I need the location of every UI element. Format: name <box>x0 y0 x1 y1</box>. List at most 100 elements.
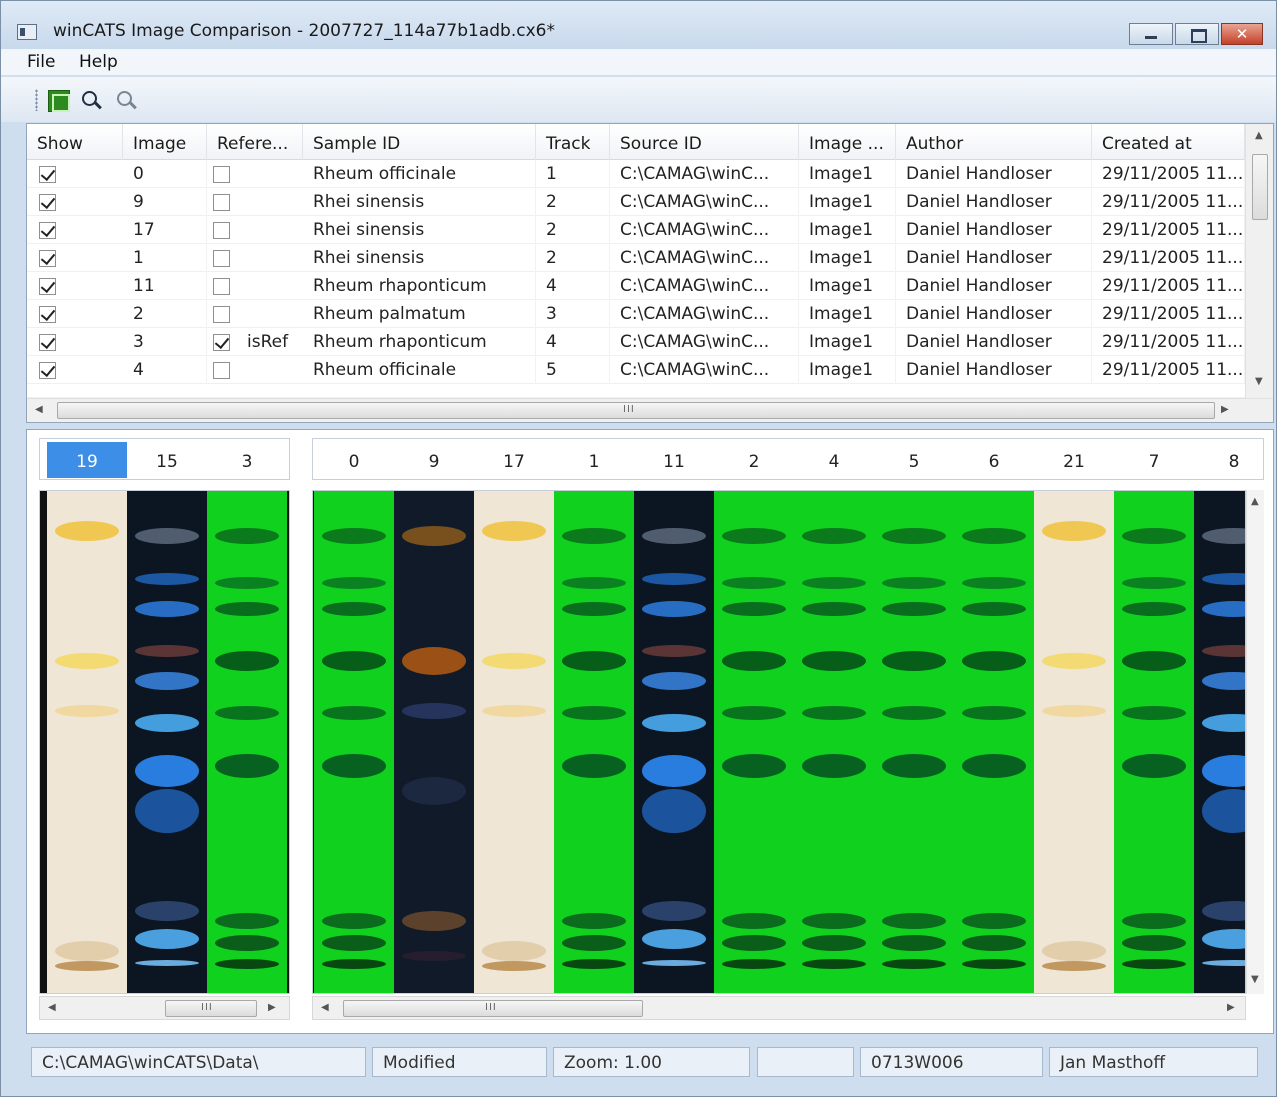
col-source-id[interactable]: Source ID <box>610 124 799 160</box>
sample-track-label[interactable]: 5 <box>874 442 954 478</box>
reference-checkbox[interactable] <box>213 250 230 267</box>
reference-horizontal-scrollbar[interactable]: ◀ III ▶ <box>39 996 290 1020</box>
sample-plate-view[interactable] <box>312 490 1246 994</box>
sample-track-label[interactable]: 8 <box>1194 442 1274 478</box>
layout-icon[interactable] <box>48 90 70 112</box>
table-row[interactable]: 1 Rhei sinensis 2 C:\CAMAG\winC... Image1 Dan… <box>27 244 1245 272</box>
sample-track-header: 0 9 17 1 11 2 4 5 6 21 7 8 <box>312 438 1264 480</box>
table-row[interactable]: 4 Rheum officinale 5 C:\CAMAG\winC... Image1… <box>27 356 1245 384</box>
cell-source-id: C:\CAMAG\winC... <box>610 356 799 384</box>
sample-track-label[interactable]: 11 <box>634 442 714 478</box>
col-created-at[interactable]: Created at <box>1092 124 1245 160</box>
col-reference[interactable]: Refere... <box>207 124 303 160</box>
zoom-out-icon[interactable] <box>116 90 138 112</box>
show-checkbox[interactable] <box>39 250 56 267</box>
reference-track-label[interactable]: 3 <box>207 442 287 478</box>
cell-track: 2 <box>536 244 610 272</box>
sample-track-label[interactable]: 4 <box>794 442 874 478</box>
sample-track-label[interactable]: 6 <box>954 442 1034 478</box>
sample-track-strip <box>554 491 634 993</box>
sample-track-label[interactable]: 1 <box>554 442 634 478</box>
reference-checkbox[interactable] <box>213 222 230 239</box>
minimize-button[interactable] <box>1129 23 1173 45</box>
menu-help[interactable]: Help <box>79 52 118 72</box>
show-checkbox[interactable] <box>39 306 56 323</box>
toolbar-grip[interactable] <box>35 89 38 111</box>
sample-track-label[interactable]: 0 <box>314 442 394 478</box>
scroll-left-icon[interactable]: ◀ <box>48 1002 56 1013</box>
table-row[interactable]: 9 Rhei sinensis 2 C:\CAMAG\winC... Image1 Dan… <box>27 188 1245 216</box>
table-row[interactable]: 17 Rhei sinensis 2 C:\CAMAG\winC... Image1 Da… <box>27 216 1245 244</box>
col-author[interactable]: Author <box>896 124 1092 160</box>
cell-source-id: C:\CAMAG\winC... <box>610 300 799 328</box>
sample-track-strip <box>714 491 794 993</box>
show-checkbox[interactable] <box>39 194 56 211</box>
sample-track-label[interactable]: 7 <box>1114 442 1194 478</box>
table-row[interactable]: 2 Rheum palmatum 3 C:\CAMAG\winC... Image1 Da… <box>27 300 1245 328</box>
app-icon[interactable] <box>17 24 37 40</box>
sample-vertical-scrollbar[interactable]: ▲ ▼ <box>1246 490 1264 994</box>
scroll-down-icon[interactable]: ▼ <box>1251 974 1259 985</box>
scroll-up-icon[interactable]: ▲ <box>1255 130 1263 141</box>
show-checkbox[interactable] <box>39 362 56 379</box>
reference-checkbox[interactable] <box>213 306 230 323</box>
cell-source-id: C:\CAMAG\winC... <box>610 160 799 188</box>
reference-checkbox[interactable] <box>213 334 230 351</box>
reference-checkbox[interactable] <box>213 362 230 379</box>
scroll-left-icon[interactable]: ◀ <box>35 404 43 415</box>
col-track[interactable]: Track <box>536 124 610 160</box>
cell-image: 3 <box>123 328 207 356</box>
scroll-right-icon[interactable]: ▶ <box>1227 1002 1235 1013</box>
image-table: Show Image Refere... Sample ID Track Sou… <box>26 123 1274 423</box>
table-row[interactable]: 11 Rheum rhaponticum 4 C:\CAMAG\winC... Imag… <box>27 272 1245 300</box>
reference-checkbox[interactable] <box>213 278 230 295</box>
show-checkbox[interactable] <box>39 166 56 183</box>
sample-plate-svg <box>314 491 1245 993</box>
sample-track-label[interactable]: 9 <box>394 442 474 478</box>
table-hscroll-thumb[interactable] <box>57 402 1215 419</box>
cell-author: Daniel Handloser <box>896 188 1092 216</box>
show-checkbox[interactable] <box>39 222 56 239</box>
reference-checkbox[interactable] <box>213 194 230 211</box>
cell-source-id: C:\CAMAG\winC... <box>610 188 799 216</box>
close-icon: ✕ <box>1235 25 1249 43</box>
reference-track-label[interactable]: 19 <box>47 442 127 478</box>
cell-image-name: Image1 <box>799 160 896 188</box>
table-horizontal-scrollbar[interactable]: ◀ III ▶ <box>27 398 1273 422</box>
cell-created-at: 29/11/2005 11... <box>1092 272 1245 300</box>
col-image-name[interactable]: Image ... <box>799 124 896 160</box>
reference-checkbox[interactable] <box>213 166 230 183</box>
scroll-up-icon[interactable]: ▲ <box>1251 496 1259 507</box>
show-checkbox[interactable] <box>39 334 56 351</box>
table-row[interactable]: isRef 3 Rheum rhaponticum 4 C:\CAMAG\winC...… <box>27 328 1245 356</box>
sample-track-label[interactable]: 17 <box>474 442 554 478</box>
close-button[interactable]: ✕ <box>1221 23 1263 45</box>
table-vertical-scrollbar[interactable]: ▲ ▼ <box>1245 124 1273 400</box>
table-row[interactable]: 0 Rheum officinale 1 C:\CAMAG\winC... Image1… <box>27 160 1245 188</box>
col-image[interactable]: Image <box>123 124 207 160</box>
comparison-area: 19 15 3 ◀ III ▶ 0 9 17 1 11 2 4 5 6 21 7 8 ▲ ▼ ◀ <box>26 429 1274 1034</box>
maximize-button[interactable] <box>1175 23 1219 45</box>
status-user: Jan Masthoff <box>1049 1047 1258 1077</box>
cell-author: Daniel Handloser <box>896 160 1092 188</box>
cell-sample-id: Rhei sinensis <box>303 244 536 272</box>
cell-reference-label <box>237 300 303 328</box>
reference-track-strip <box>47 491 127 993</box>
reference-plate-view[interactable] <box>39 490 290 994</box>
window-title: winCATS Image Comparison - 2007727_114a7… <box>53 21 555 41</box>
scroll-right-icon[interactable]: ▶ <box>268 1002 276 1013</box>
reference-track-label[interactable]: 15 <box>127 442 207 478</box>
zoom-in-icon[interactable] <box>81 90 103 112</box>
show-checkbox[interactable] <box>39 278 56 295</box>
sample-horizontal-scrollbar[interactable]: ◀ III ▶ <box>312 996 1246 1020</box>
table-vscroll-thumb[interactable] <box>1252 154 1268 220</box>
menu-file[interactable]: File <box>27 52 55 72</box>
title-bar[interactable]: winCATS Image Comparison - 2007727_114a7… <box>1 1 1276 49</box>
scroll-down-icon[interactable]: ▼ <box>1255 376 1263 387</box>
sample-track-label[interactable]: 2 <box>714 442 794 478</box>
col-sample-id[interactable]: Sample ID <box>303 124 536 160</box>
col-show[interactable]: Show <box>27 124 123 160</box>
scroll-left-icon[interactable]: ◀ <box>321 1002 329 1013</box>
scroll-right-icon[interactable]: ▶ <box>1221 404 1229 415</box>
sample-track-label[interactable]: 21 <box>1034 442 1114 478</box>
